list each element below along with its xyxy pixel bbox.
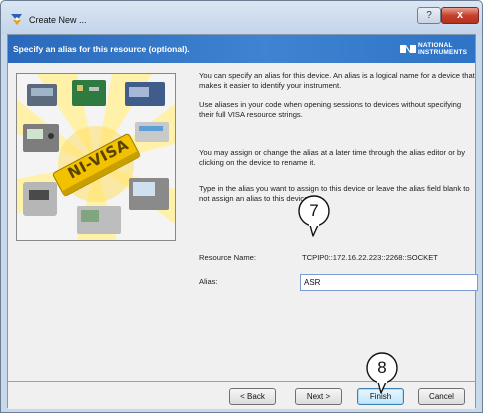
wizard-body: NI-VISA You can specify an alias for thi… — [8, 63, 478, 381]
help-button[interactable]: ? — [417, 7, 441, 24]
cancel-button[interactable]: Cancel — [418, 388, 465, 405]
window-title: Create New ... — [29, 15, 87, 25]
circuit-board — [72, 80, 106, 106]
ni-visa-app-icon — [11, 14, 22, 25]
next-button[interactable]: Next > — [295, 388, 342, 405]
title-bar[interactable]: Create New ... ? x — [1, 1, 482, 34]
resource-name-label: Resource Name: — [199, 253, 256, 262]
connector — [135, 122, 169, 142]
ni-visa-illustration: NI-VISA — [16, 73, 176, 241]
back-button[interactable]: < Back — [229, 388, 276, 405]
step-callout-7: 7 — [298, 195, 330, 237]
instruction-para-4: Type in the alias you want to assign to … — [199, 184, 470, 203]
wizard-step-title: Specify an alias for this resource (opti… — [13, 44, 190, 54]
national-instruments-logo: NATIONAL INSTRUMENTS — [400, 41, 470, 58]
step-callout-8: 8 — [366, 352, 398, 394]
wizard-client-area: Specify an alias for this resource (opti… — [7, 34, 478, 409]
callout-7-number: 7 — [309, 201, 319, 220]
alias-label: Alias: — [199, 277, 218, 286]
ni-eagle-icon — [400, 45, 416, 53]
callout-8-number: 8 — [377, 358, 387, 377]
instruction-para-1: You can specify an alias for this device… — [199, 71, 475, 90]
ni-logo-text: NATIONAL INSTRUMENTS — [418, 42, 467, 56]
instruction-para-2: Use aliases in your code when opening se… — [199, 100, 462, 119]
ni-logo-line2: INSTRUMENTS — [418, 49, 468, 56]
instruction-para-3: You may assign or change the alias at a … — [199, 148, 466, 167]
alias-input[interactable]: ASR — [300, 274, 478, 291]
ni-logo-line1: NATIONAL — [418, 42, 453, 49]
close-button[interactable]: x — [441, 7, 479, 24]
wizard-header: Specify an alias for this resource (opti… — [8, 35, 475, 63]
resource-name-value: TCPIP0::172.16.22.223::2268::SOCKET — [302, 253, 438, 262]
dialog-window: Create New ... ? x Specify an alias for … — [0, 0, 483, 413]
